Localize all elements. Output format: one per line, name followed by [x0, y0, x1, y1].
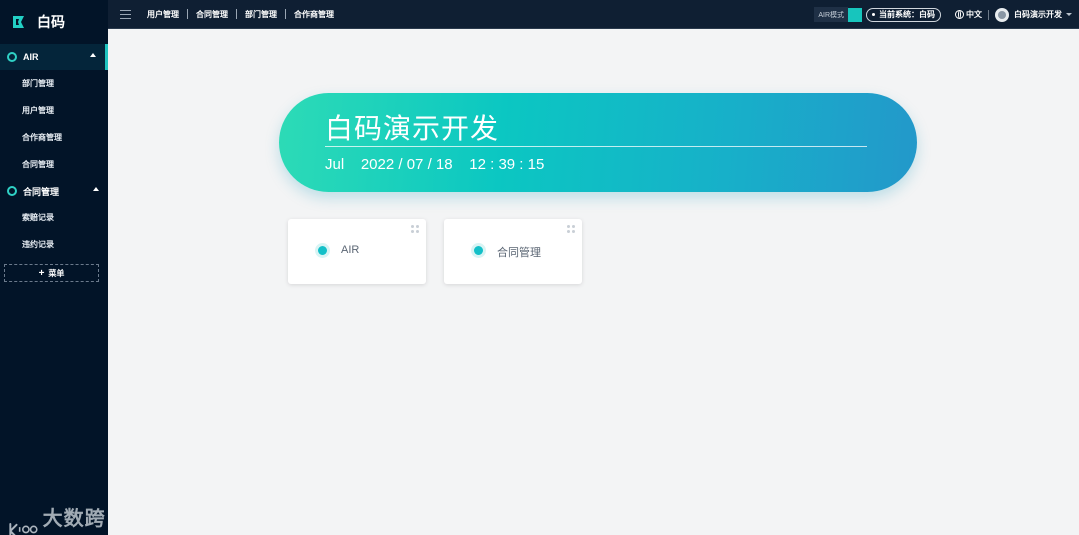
menu-toggle-icon[interactable] — [120, 9, 131, 19]
air-mode-toggle[interactable] — [848, 7, 862, 22]
nav-department-management[interactable]: 部门管理 — [237, 9, 285, 20]
banner-divider — [325, 146, 867, 147]
add-menu-button[interactable]: + 菜单 — [4, 264, 99, 282]
drag-handle-icon[interactable] — [567, 225, 575, 233]
sidebar-group-label: AIR — [23, 52, 39, 62]
language-label: 中文 — [966, 10, 982, 19]
group-circle-icon — [7, 186, 17, 196]
welcome-banner: 白码演示开发 Jul 2022 / 07 / 18 12 : 39 : 15 — [279, 93, 917, 192]
watermark-logo-icon — [9, 523, 38, 535]
sidebar-group-contract-management[interactable]: 合同管理 — [0, 178, 108, 204]
caret-up-icon — [90, 53, 96, 57]
watermark: 大数跨境 — [8, 502, 108, 535]
app-card-contract-management[interactable]: 合同管理 — [444, 219, 582, 284]
dot-icon — [872, 13, 875, 16]
app-card-air[interactable]: AIR — [288, 219, 426, 284]
drag-handle-icon[interactable] — [411, 225, 419, 233]
nav-contract-management[interactable]: 合同管理 — [188, 9, 236, 20]
app-dot-icon — [315, 243, 330, 258]
globe-icon — [955, 10, 964, 19]
current-system-button[interactable]: 当前系统：白码 — [866, 7, 941, 22]
divider — [988, 9, 989, 20]
sidebar-group-air[interactable]: AIR — [0, 44, 108, 70]
current-system-label: 当前系统：白码 — [879, 10, 935, 19]
sidebar-item-breaches[interactable]: 违约记录 — [0, 231, 108, 258]
top-bar: 用户管理 合同管理 部门管理 合作商管理 AIR模式 当前系统：白码 中文 白码… — [108, 0, 1079, 29]
sidebar-item-partners[interactable]: 合作商管理 — [0, 124, 108, 151]
app-dot-icon — [471, 243, 486, 258]
language-switcher[interactable]: 中文 — [955, 9, 982, 20]
nav-partner-management[interactable]: 合作商管理 — [286, 9, 342, 20]
sidebar-item-claims[interactable]: 索赔记录 — [0, 204, 108, 231]
add-menu-label: 菜单 — [48, 268, 65, 278]
caret-up-icon — [93, 187, 99, 191]
air-mode-label: AIR模式 — [814, 7, 848, 22]
sidebar-item-contracts[interactable]: 合同管理 — [0, 151, 108, 178]
logo-row[interactable]: 白码 — [0, 0, 108, 44]
card-label: 合同管理 — [497, 247, 541, 259]
sidebar: 白码 AIR 部门管理 用户管理 合作商管理 合同管理 合同管理 索赔记录 违约… — [0, 0, 108, 535]
user-name[interactable]: 白码演示开发 — [1014, 9, 1062, 20]
nav-user-management[interactable]: 用户管理 — [139, 9, 187, 20]
sidebar-item-department[interactable]: 部门管理 — [0, 70, 108, 97]
card-label: AIR — [341, 244, 360, 256]
top-right-controls: AIR模式 当前系统：白码 中文 白码演示开发 — [814, 0, 1079, 29]
sidebar-item-users[interactable]: 用户管理 — [0, 97, 108, 124]
sidebar-group-label: 合同管理 — [23, 186, 60, 197]
banner-datetime: Jul 2022 / 07 / 18 12 : 39 : 15 — [325, 156, 545, 173]
app-title: 白码 — [37, 14, 65, 30]
app-logo-icon — [13, 16, 24, 28]
avatar[interactable] — [995, 7, 1009, 22]
plus-icon: + — [38, 267, 45, 279]
chevron-down-icon[interactable] — [1066, 13, 1072, 16]
banner-title: 白码演示开发 — [325, 113, 500, 144]
group-circle-icon — [7, 52, 17, 62]
watermark-text: 大数跨境 — [42, 508, 106, 530]
